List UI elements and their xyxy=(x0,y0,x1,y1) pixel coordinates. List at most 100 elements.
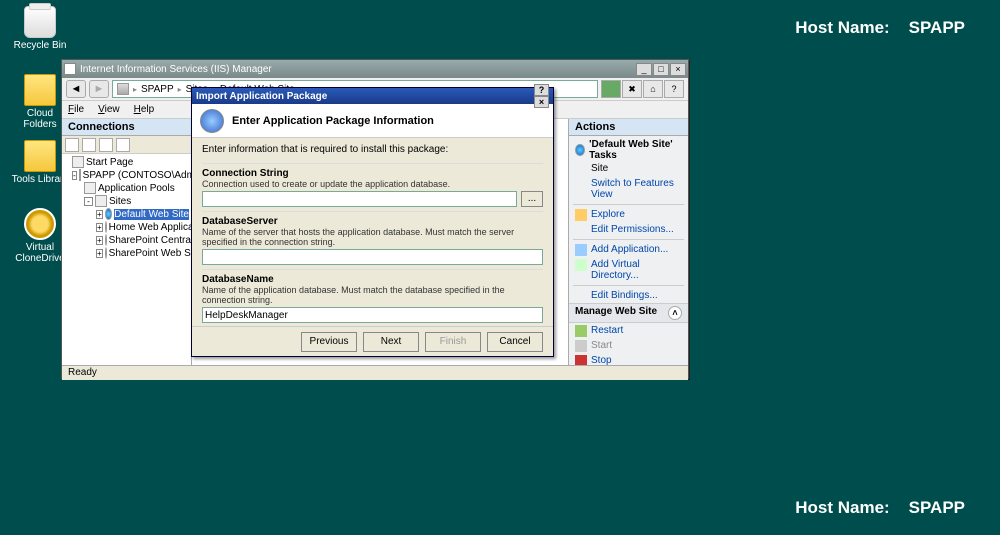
tree-site-home[interactable]: +Home Web Application xyxy=(64,221,189,234)
tree-server[interactable]: -SPAPP (CONTOSO\Administrator) xyxy=(64,169,189,182)
folder-icon xyxy=(575,259,587,271)
dialog-body: Enter information that is required to in… xyxy=(192,138,553,326)
field-desc: Name of the server that hosts the applic… xyxy=(202,227,543,247)
action-add-virtual-directory[interactable]: Add Virtual Directory... xyxy=(569,257,688,283)
tree-sites[interactable]: -Sites xyxy=(64,195,189,208)
expand-icon[interactable]: + xyxy=(96,210,103,219)
field-desc: Name of the application database. Must m… xyxy=(202,285,543,305)
tree-site-spca[interactable]: +SharePoint Central Administra xyxy=(64,234,189,247)
dialog-heading: Enter Application Package Information xyxy=(232,115,434,127)
cancel-button[interactable]: Cancel xyxy=(487,332,543,352)
package-icon xyxy=(200,109,224,133)
database-name-input[interactable] xyxy=(202,307,543,323)
expand-icon[interactable]: + xyxy=(96,223,103,232)
database-server-input[interactable] xyxy=(202,249,543,265)
menu-file[interactable]: File xyxy=(68,104,84,115)
browse-button[interactable]: ... xyxy=(521,191,543,207)
actions-manage-section: Manage Web Site˄ xyxy=(569,303,688,323)
window-titlebar[interactable]: Internet Information Services (IIS) Mana… xyxy=(62,60,688,78)
folder-icon xyxy=(95,195,107,207)
dialog-close-button[interactable]: × xyxy=(534,96,549,108)
connect-button[interactable] xyxy=(65,138,79,152)
site-icon xyxy=(105,234,107,246)
dialog-header: Enter Application Package Information xyxy=(192,104,553,138)
action-edit-permissions[interactable]: Edit Permissions... xyxy=(569,222,688,237)
folder-icon xyxy=(24,140,56,172)
collapse-icon[interactable]: - xyxy=(84,197,93,206)
site-icon xyxy=(105,208,112,220)
maximize-button[interactable]: □ xyxy=(653,63,669,76)
server-icon xyxy=(79,169,81,181)
site-icon xyxy=(105,247,107,259)
site-icon xyxy=(575,144,585,156)
previous-button[interactable]: Previous xyxy=(301,332,357,352)
folder-icon xyxy=(24,74,56,106)
tree-site-default[interactable]: +Default Web Site xyxy=(64,208,189,221)
action-stop[interactable]: Stop xyxy=(569,353,688,365)
tree-start-page[interactable]: Start Page xyxy=(64,156,189,169)
host-name-overlay: Host Name: SPAPP xyxy=(795,18,965,38)
menu-help[interactable]: Help xyxy=(134,104,155,115)
forward-button[interactable]: ► xyxy=(89,80,109,98)
minimize-button[interactable]: _ xyxy=(636,63,652,76)
tree-app-pools[interactable]: Application Pools xyxy=(64,182,189,195)
field-desc: Connection used to create or update the … xyxy=(202,179,543,189)
connections-toolbar xyxy=(62,136,191,154)
drive-icon xyxy=(24,208,56,240)
expand-icon[interactable]: + xyxy=(96,249,103,258)
action-edit-bindings[interactable]: Edit Bindings... xyxy=(569,288,688,303)
folder-icon xyxy=(575,209,587,221)
action-explore[interactable]: Explore xyxy=(569,207,688,222)
collapse-icon[interactable]: ˄ xyxy=(668,306,682,320)
next-button[interactable]: Next xyxy=(363,332,419,352)
tb-icon[interactable] xyxy=(116,138,130,152)
apppool-icon xyxy=(84,182,96,194)
actions-panel: Actions 'Default Web Site' Tasks Site Sw… xyxy=(568,119,688,365)
menu-view[interactable]: View xyxy=(98,104,120,115)
app-icon xyxy=(575,244,587,256)
finish-button: Finish xyxy=(425,332,481,352)
connections-panel: Connections Start Page -SPAPP (CONTOSO\A… xyxy=(62,119,192,365)
recycle-bin-icon xyxy=(24,6,56,38)
action-switch-features[interactable]: Switch to Features View xyxy=(569,176,688,202)
connections-header: Connections xyxy=(62,119,191,136)
save-button[interactable] xyxy=(82,138,96,152)
help-nav-button[interactable]: ? xyxy=(664,80,684,98)
desktop-icon-label: Recycle Bin xyxy=(10,40,70,51)
connection-string-input[interactable] xyxy=(202,191,517,207)
action-start: Start xyxy=(569,338,688,353)
import-application-dialog: Import Application Package ? × Enter App… xyxy=(191,87,554,357)
field-label-database-name: DatabaseName xyxy=(202,274,543,285)
tb-icon[interactable] xyxy=(99,138,113,152)
dialog-button-row: Previous Next Finish Cancel xyxy=(192,326,553,356)
start-icon xyxy=(575,340,587,352)
close-button[interactable]: × xyxy=(670,63,686,76)
action-add-application[interactable]: Add Application... xyxy=(569,242,688,257)
desktop-icon-recycle-bin[interactable]: Recycle Bin xyxy=(10,6,70,51)
dialog-help-button[interactable]: ? xyxy=(534,84,549,96)
connections-tree: Start Page -SPAPP (CONTOSO\Administrator… xyxy=(62,154,191,365)
expand-icon[interactable]: + xyxy=(96,236,103,245)
actions-header: Actions xyxy=(569,119,688,136)
home-button[interactable]: ⌂ xyxy=(643,80,663,98)
app-icon xyxy=(64,63,76,75)
tree-site-spws[interactable]: +SharePoint Web Services xyxy=(64,247,189,260)
field-label-connection-string: Connection String xyxy=(202,168,543,179)
host-name-overlay: Host Name: SPAPP xyxy=(795,498,965,518)
dialog-titlebar[interactable]: Import Application Package ? × xyxy=(192,88,553,104)
field-label-database-server: DatabaseServer xyxy=(202,216,543,227)
action-restart[interactable]: Restart xyxy=(569,323,688,338)
actions-tasks-title: 'Default Web Site' Tasks xyxy=(569,136,688,161)
status-bar: Ready xyxy=(62,365,688,380)
go-button[interactable] xyxy=(601,80,621,98)
server-icon xyxy=(117,83,129,95)
page-icon xyxy=(72,156,84,168)
actions-site-label: Site xyxy=(569,161,688,176)
dialog-intro: Enter information that is required to in… xyxy=(202,144,543,155)
dialog-title: Import Application Package xyxy=(196,91,327,102)
back-button[interactable]: ◄ xyxy=(66,80,86,98)
window-title: Internet Information Services (IIS) Mana… xyxy=(80,64,272,75)
collapse-icon[interactable]: - xyxy=(72,171,77,180)
restart-icon xyxy=(575,325,587,337)
stop-nav-button[interactable]: ✖ xyxy=(622,80,642,98)
